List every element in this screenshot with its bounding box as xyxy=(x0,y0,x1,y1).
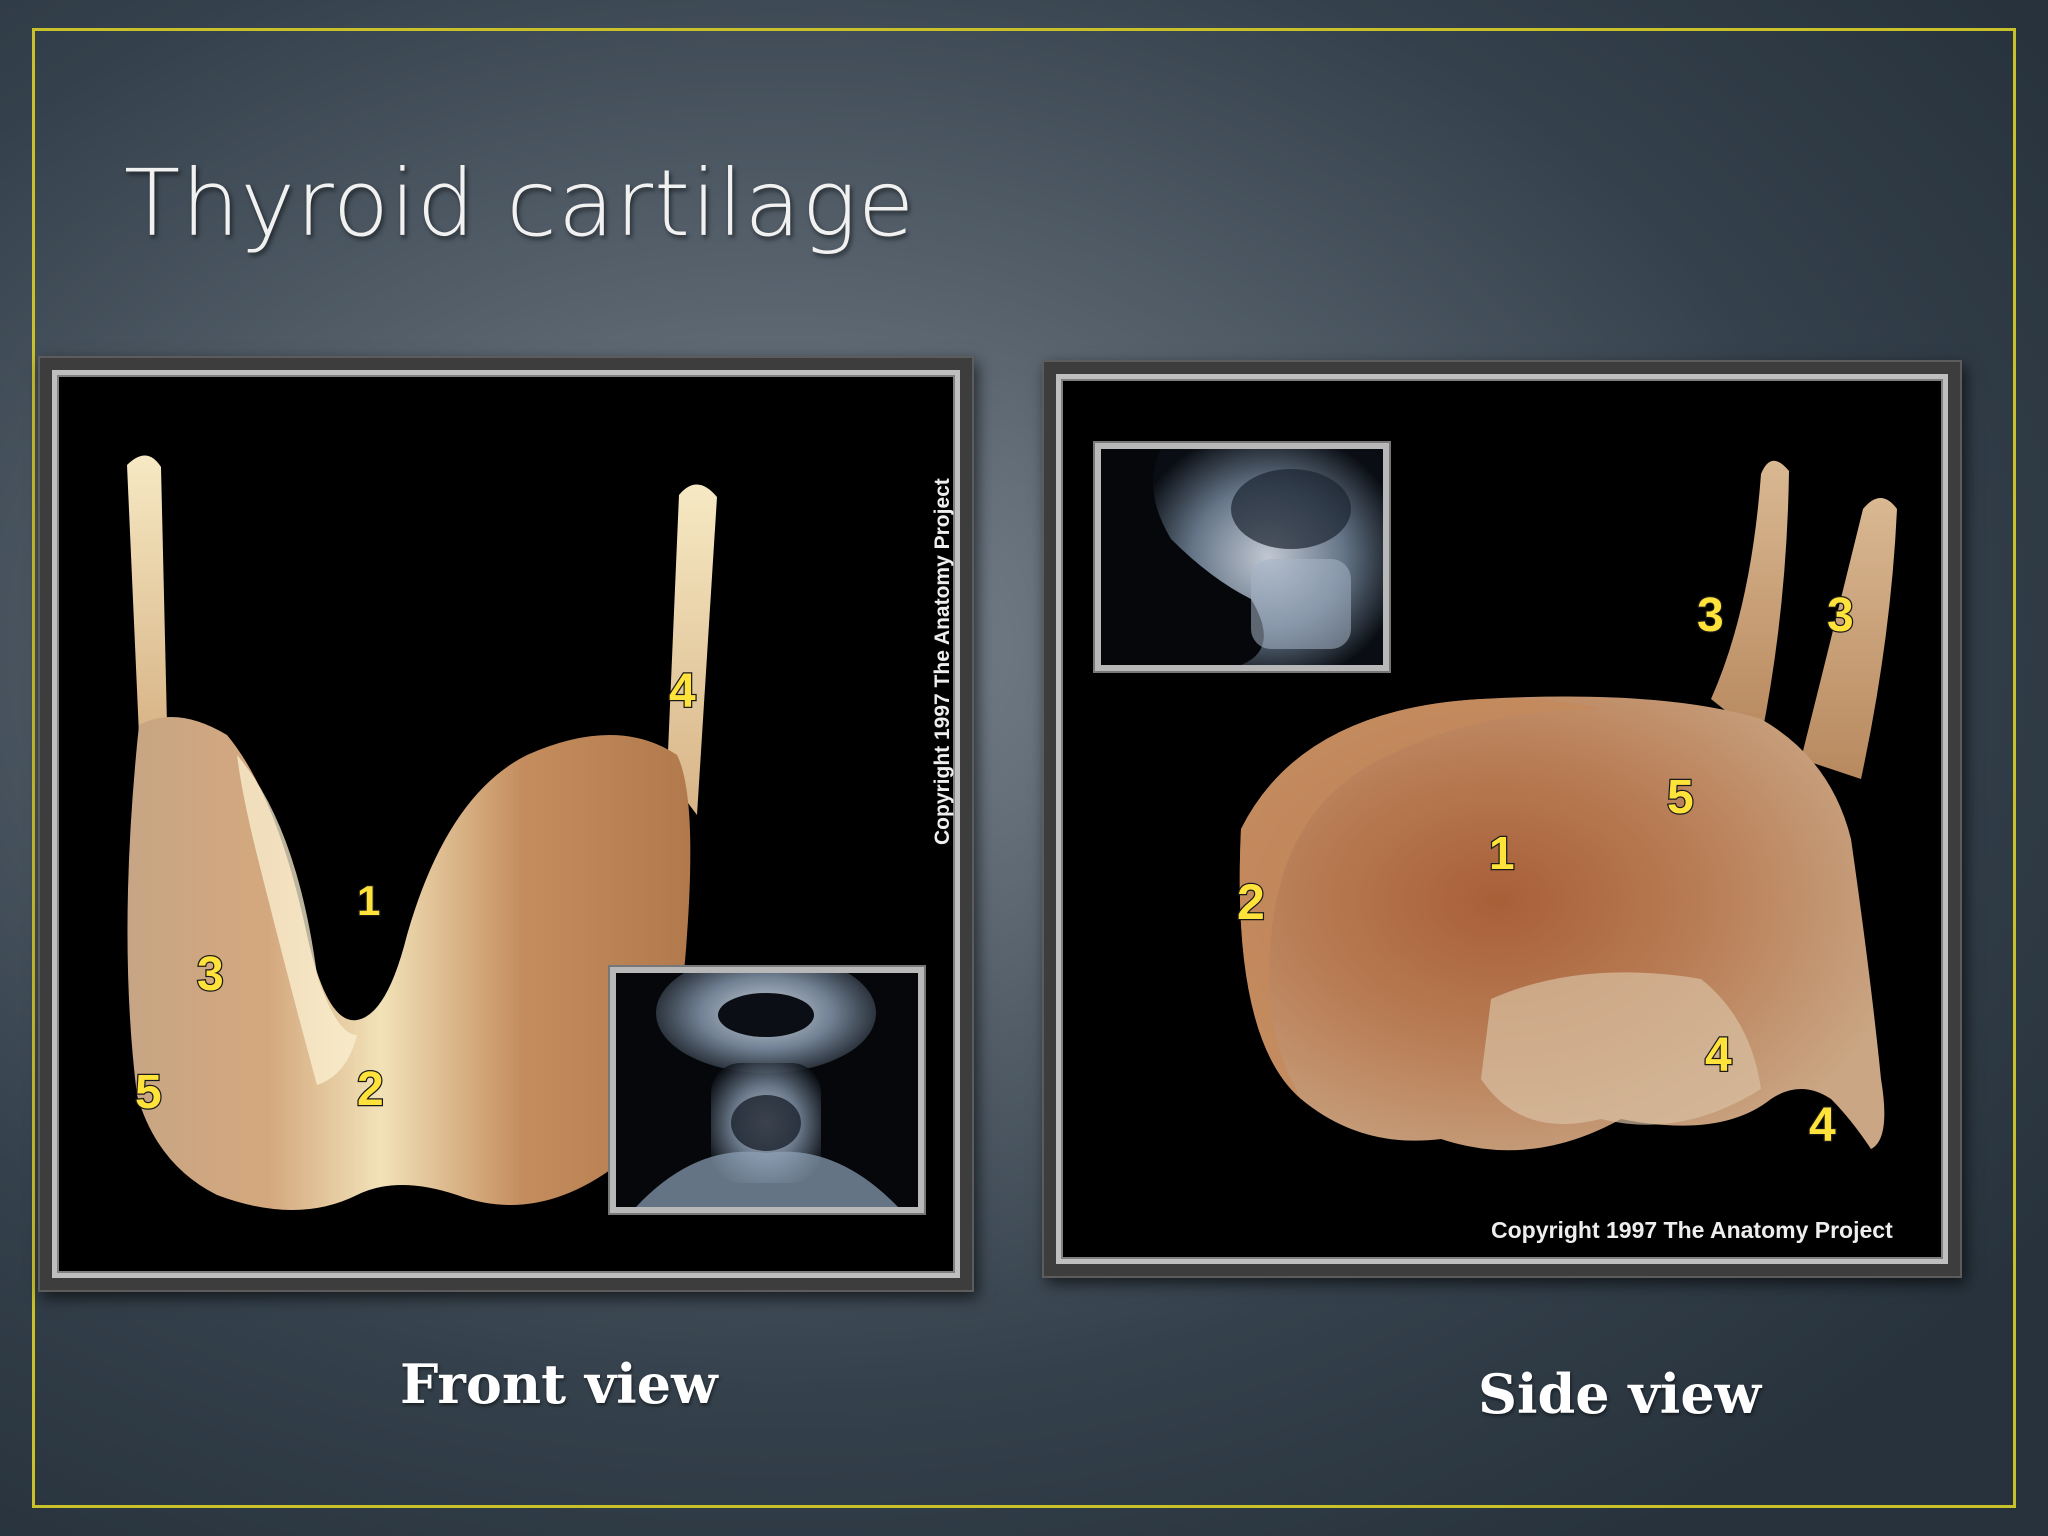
neck-xray-icon xyxy=(616,973,918,1207)
head-xray-icon xyxy=(1101,449,1383,665)
front-view-caption: Front view xyxy=(400,1352,718,1416)
left-horn xyxy=(127,455,167,735)
front-label-2: 2 xyxy=(357,1063,384,1116)
side-view-image: 1 2 3 3 4 4 5 Copyright 1997 The Anatomy… xyxy=(1056,374,1948,1264)
side-neck-thumbnail xyxy=(1095,443,1389,671)
front-copyright: Copyright 1997 The Anatomy Project xyxy=(931,478,954,845)
front-label-5: 5 xyxy=(135,1066,162,1119)
front-neck-thumbnail xyxy=(610,967,924,1213)
side-label-4a: 4 xyxy=(1705,1029,1732,1082)
front-label-4: 4 xyxy=(669,665,696,718)
side-label-5: 5 xyxy=(1667,771,1694,824)
front-label-1: 1 xyxy=(357,877,380,924)
side-label-2: 2 xyxy=(1237,874,1265,930)
side-view-caption: Side view xyxy=(1478,1362,1762,1426)
side-label-3b: 3 xyxy=(1827,589,1854,642)
side-view-panel: 1 2 3 3 4 4 5 Copyright 1997 The Anatomy… xyxy=(1042,360,1962,1278)
side-label-3a: 3 xyxy=(1697,589,1724,642)
side-label-4b: 4 xyxy=(1809,1099,1836,1152)
front-view-image: 1 2 3 4 5 Copyright 1997 The Anatomy Pro… xyxy=(52,370,960,1278)
slide-title: Thyroid cartilage xyxy=(124,150,916,257)
front-label-3: 3 xyxy=(197,948,224,1001)
front-view-panel: 1 2 3 4 5 Copyright 1997 The Anatomy Pro… xyxy=(38,356,974,1292)
side-label-1: 1 xyxy=(1489,827,1515,879)
side-copyright: Copyright 1997 The Anatomy Project xyxy=(1491,1217,1893,1243)
